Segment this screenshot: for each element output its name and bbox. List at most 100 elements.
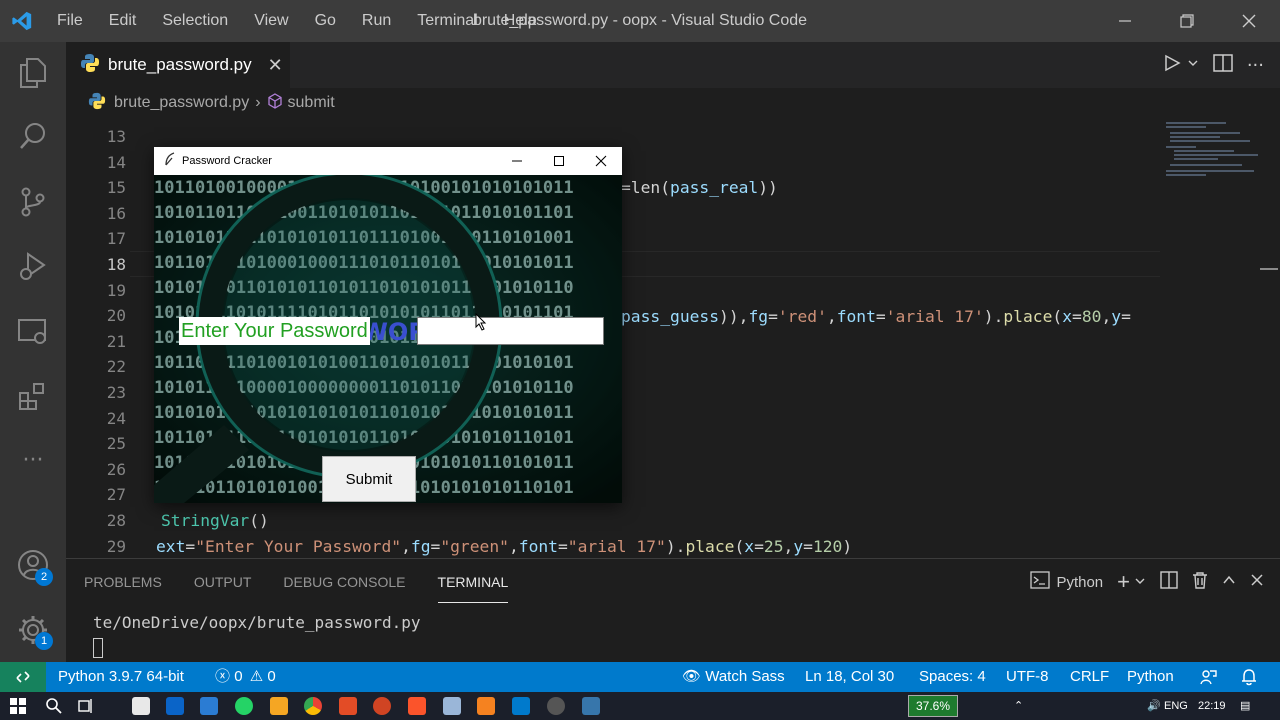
taskbar-chrome-icon[interactable]: [304, 697, 322, 715]
trash-icon[interactable]: [1192, 571, 1208, 593]
taskbar-app-icon[interactable]: [477, 697, 495, 715]
windows-start-icon[interactable]: [10, 698, 26, 718]
code-token: "arial 17": [567, 537, 666, 556]
taskbar-search-icon[interactable]: [45, 697, 63, 719]
split-terminal-icon[interactable]: [1160, 571, 1178, 593]
taskbar-app-icon[interactable]: [373, 697, 391, 715]
taskbar-app-icon[interactable]: [547, 697, 565, 715]
editor-scrollbar[interactable]: [1258, 118, 1280, 558]
maximize-panel-icon[interactable]: [1222, 573, 1236, 591]
indentation[interactable]: Spaces: 4: [919, 662, 986, 692]
menu-file[interactable]: File: [44, 0, 96, 42]
tk-close-icon[interactable]: [580, 147, 622, 175]
line-number: 13: [106, 127, 126, 146]
run-file-icon[interactable]: [1163, 54, 1181, 76]
close-icon[interactable]: [1218, 0, 1280, 42]
code-token: )),: [719, 307, 749, 326]
breadcrumb-file[interactable]: brute_password.py: [114, 94, 249, 112]
taskbar-vscode-icon[interactable]: [512, 697, 530, 715]
battery-indicator[interactable]: 37.6%: [908, 695, 958, 717]
chevron-down-icon[interactable]: [1134, 574, 1146, 591]
taskbar-python-icon[interactable]: [582, 697, 600, 715]
taskbar-app-icon[interactable]: [339, 697, 357, 715]
tray-chevron-up-icon[interactable]: ⌃: [1014, 692, 1023, 720]
tab-terminal[interactable]: TERMINAL: [437, 574, 509, 603]
search-icon[interactable]: [0, 110, 66, 162]
terminal-cursor[interactable]: [93, 638, 103, 658]
watch-sass-label: Watch Sass: [705, 668, 785, 685]
source-control-icon[interactable]: [0, 176, 66, 228]
action-center-icon[interactable]: ▤: [1240, 692, 1250, 720]
vscode-logo-icon: [0, 0, 44, 42]
watch-sass-button[interactable]: 👁 Watch Sass: [682, 662, 785, 692]
menu-view[interactable]: View: [241, 0, 301, 42]
more-icon[interactable]: ···: [0, 434, 66, 486]
line-ending[interactable]: CRLF: [1070, 662, 1109, 692]
menu-go[interactable]: Go: [302, 0, 349, 42]
code-token: place: [685, 537, 735, 556]
tk-maximize-icon[interactable]: [538, 147, 580, 175]
restore-icon[interactable]: [1156, 0, 1218, 42]
code-token: 'red': [777, 307, 827, 326]
line-number: 20: [106, 306, 126, 326]
menu-help[interactable]: Help: [491, 0, 550, 42]
close-panel-icon[interactable]: [1250, 573, 1264, 591]
minimize-icon[interactable]: [1094, 0, 1156, 42]
chevron-right-icon: ›: [255, 94, 261, 111]
tab-debug-console[interactable]: DEBUG CONSOLE: [283, 574, 405, 590]
remote-explorer-icon[interactable]: [0, 306, 66, 358]
tab-close-icon[interactable]: ✕: [268, 55, 283, 76]
terminal-selector[interactable]: Python: [1056, 574, 1103, 591]
volume-icon[interactable]: 🔊: [1147, 692, 1161, 720]
code-token: y: [1111, 307, 1122, 326]
tk-window-controls: [496, 147, 622, 175]
accounts-badge: 2: [35, 568, 53, 586]
more-actions-icon[interactable]: ···: [1247, 55, 1264, 76]
tab-output[interactable]: OUTPUT: [194, 574, 252, 590]
line-number: 25: [106, 434, 126, 454]
code-token: =: [185, 537, 196, 556]
input-language[interactable]: ENG: [1164, 692, 1188, 720]
run-debug-icon[interactable]: [0, 240, 66, 292]
minimap[interactable]: [1160, 118, 1260, 558]
menu-run[interactable]: Run: [349, 0, 404, 42]
tab-brute-password[interactable]: brute_password.py ✕: [66, 42, 290, 88]
breadcrumb-symbol[interactable]: submit: [288, 94, 335, 112]
cursor-position[interactable]: Ln 18, Col 30: [805, 662, 894, 692]
taskbar-app-icon[interactable]: [443, 697, 461, 715]
code-token: =: [803, 537, 813, 556]
notifications-bell-icon[interactable]: [1240, 662, 1258, 692]
manage-gear-icon[interactable]: 1: [0, 604, 66, 656]
tk-minimize-icon[interactable]: [496, 147, 538, 175]
tab-problems[interactable]: PROBLEMS: [84, 574, 162, 590]
split-editor-icon[interactable]: [1213, 54, 1233, 76]
password-entry[interactable]: [417, 317, 604, 345]
chevron-down-icon[interactable]: [1187, 57, 1199, 73]
taskbar-app-icon[interactable]: [200, 697, 218, 715]
menu-edit[interactable]: Edit: [96, 0, 150, 42]
taskbar-brave-icon[interactable]: [408, 697, 426, 715]
python-interpreter[interactable]: Python 3.9.7 64-bit: [58, 662, 184, 692]
eye-icon: 👁: [682, 668, 702, 685]
extensions-icon[interactable]: [0, 370, 66, 422]
taskbar-app-icon[interactable]: [270, 697, 288, 715]
menu-terminal[interactable]: Terminal: [404, 0, 490, 42]
python-file-icon: [88, 92, 106, 115]
language-mode[interactable]: Python: [1127, 662, 1174, 692]
encoding[interactable]: UTF-8: [1006, 662, 1049, 692]
new-terminal-icon[interactable]: +: [1117, 569, 1130, 595]
submit-button[interactable]: Submit: [322, 456, 416, 502]
accounts-icon[interactable]: 2: [0, 539, 66, 591]
scroll-thumb[interactable]: [1260, 268, 1278, 270]
menu-bar: File Edit Selection View Go Run Terminal…: [44, 0, 550, 42]
taskbar-whatsapp-icon[interactable]: [235, 697, 253, 715]
problems-indicator[interactable]: ⓧ 0 ⚠ 0: [215, 662, 276, 692]
remote-indicator-icon[interactable]: [0, 662, 46, 692]
taskbar-app-icon[interactable]: [132, 697, 150, 715]
taskbar-mail-icon[interactable]: [166, 697, 184, 715]
task-view-icon[interactable]: [77, 697, 95, 719]
menu-selection[interactable]: Selection: [149, 0, 241, 42]
explorer-icon[interactable]: [0, 47, 66, 99]
feedback-icon[interactable]: [1200, 662, 1218, 692]
clock[interactable]: 22:19: [1198, 692, 1226, 720]
